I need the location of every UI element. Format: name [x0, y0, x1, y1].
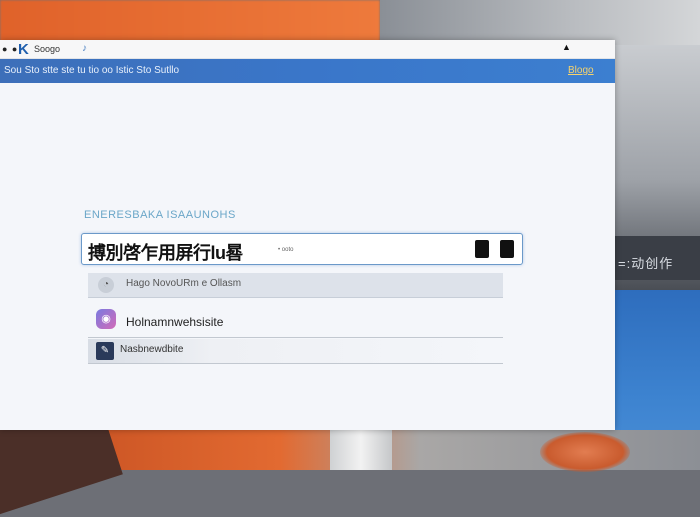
browser-window: ● ● K Soogo ♪ ▲ Sou Sto stte ste tu tio … — [0, 40, 615, 430]
suggestion-label: Holnamnwehsisite — [126, 315, 224, 329]
title-bar: ● ● K Soogo ♪ ▲ — [0, 40, 615, 59]
clock-icon: ◔ — [98, 277, 114, 293]
caret-up-icon[interactable]: ▲ — [562, 42, 571, 52]
search-hint: • ooto — [278, 247, 294, 253]
suggestion-item[interactable]: ◉ Holnamnwehsisite — [88, 305, 503, 338]
suggestion-item[interactable]: ◔ Hago NovoURm e Ollasm — [88, 273, 503, 298]
menu-bar: Sou Sto stte ste tu tio oo Istic Sto Sut… — [0, 59, 615, 83]
window-controls-icon[interactable]: ● ● — [2, 44, 18, 54]
search-button[interactable] — [475, 240, 489, 258]
voice-button[interactable] — [500, 240, 514, 258]
background-label: =:动创作 — [618, 256, 674, 271]
window-title: Soogo — [34, 44, 61, 54]
suggestion-label: Nasbnewdbite — [120, 344, 184, 355]
suggestion-item[interactable]: ✎ Nasbnewdbite — [88, 339, 503, 364]
microphone-icon[interactable]: ♪ — [82, 43, 87, 54]
search-input[interactable]: 搏別啓乍用屏行lu晷 • ooto — [81, 233, 523, 265]
menu-link-right[interactable]: Blogo — [568, 65, 594, 76]
monitor-stand — [330, 430, 392, 470]
app-icon: ◉ — [96, 309, 116, 329]
search-caption: ENERESBAKA ISAAUNOHS — [84, 209, 236, 221]
browser-logo-icon: K — [18, 41, 29, 58]
menu-items[interactable]: Sou Sto stte ste tu tio oo Istic Sto Sut… — [4, 65, 179, 76]
site-icon: ✎ — [96, 342, 114, 360]
suggestion-label: Hago NovoURm e Ollasm — [126, 278, 242, 289]
search-query-text: 搏別啓乍用屏行lu晷 — [88, 243, 244, 263]
